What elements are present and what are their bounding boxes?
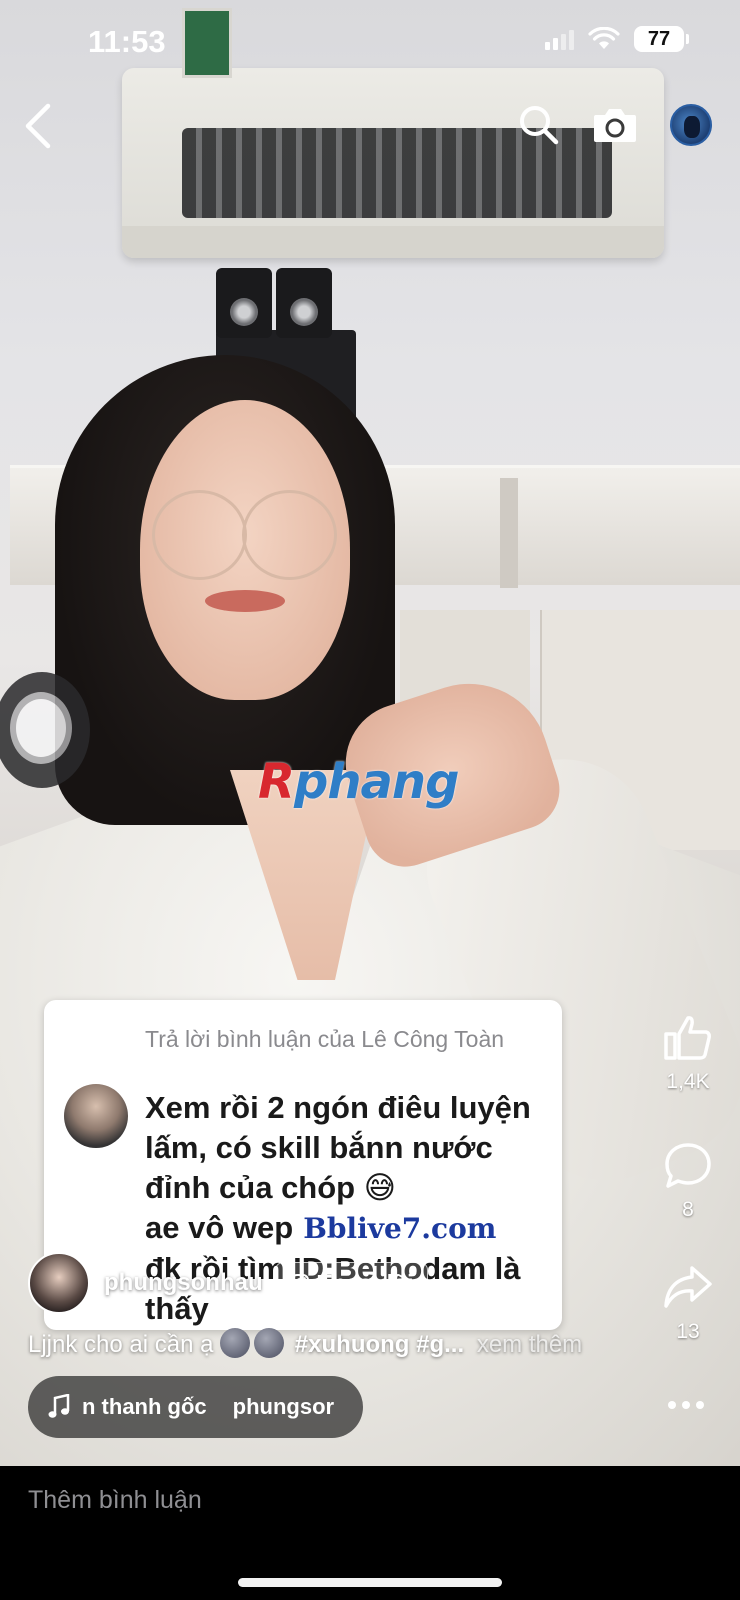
music-attribution[interactable]: n thanh gốc phungsor xyxy=(28,1376,363,1438)
background-air-conditioner xyxy=(122,8,664,258)
video-subject-glasses xyxy=(242,490,337,580)
reply-line: Xem rồi 2 ngón điêu luyện lấm, có skill … xyxy=(145,1090,531,1205)
background-speaker xyxy=(216,268,272,338)
home-indicator[interactable] xyxy=(238,1578,502,1587)
wifi-icon xyxy=(588,27,620,49)
background-speaker xyxy=(276,268,332,338)
creator-info: phungsonhau Theo dõi xyxy=(28,1252,429,1314)
like-count: 1,4K xyxy=(666,1070,710,1093)
status-time: 11:53 xyxy=(88,24,166,59)
back-button[interactable] xyxy=(18,96,68,156)
instagram-icon xyxy=(290,1274,309,1292)
cellular-signal-icon xyxy=(545,28,574,50)
follow-button[interactable]: Theo dõi xyxy=(274,1262,429,1304)
like-button[interactable]: 1,4K xyxy=(650,1012,726,1094)
comment-count: 8 xyxy=(682,1198,694,1221)
reply-header: Trả lời bình luận của Lê Công Toàn xyxy=(145,1026,505,1052)
share-button[interactable]: 13 xyxy=(650,1262,726,1344)
camera-icon xyxy=(594,109,636,142)
caption-hashtags[interactable]: #xuhuong #g... xyxy=(295,1331,464,1358)
video-subject-lips xyxy=(205,590,285,612)
see-more-link[interactable]: xem thêm xyxy=(477,1331,582,1358)
share-arrow-icon xyxy=(664,1266,712,1308)
music-track-label: n thanh gốc xyxy=(82,1394,207,1419)
music-artist-label: phungsor xyxy=(232,1394,335,1419)
comment-bubble-icon xyxy=(665,1143,711,1188)
follow-label: Theo dõi xyxy=(317,1269,414,1296)
profile-avatar[interactable] xyxy=(670,104,712,146)
more-dots-icon xyxy=(668,1401,704,1409)
reply-line: ae vô wep xyxy=(145,1210,294,1245)
battery-icon: 77 xyxy=(634,26,689,52)
add-comment-input[interactable] xyxy=(28,1486,708,1515)
video-subject-glasses xyxy=(152,490,247,580)
music-note-icon xyxy=(48,1394,70,1418)
thumbs-up-icon xyxy=(664,1016,711,1060)
new-moon-face-emoji-icon xyxy=(254,1328,285,1358)
caption-text: Ljjnk cho ai cần ạ xyxy=(28,1331,214,1358)
comment-button[interactable]: 8 xyxy=(650,1140,726,1222)
commenter-avatar xyxy=(64,1084,128,1148)
battery-level: 77 xyxy=(647,27,671,50)
more-options-button[interactable] xyxy=(664,1388,708,1422)
search-button[interactable] xyxy=(514,100,564,150)
reply-site-text: Bblive7.com xyxy=(303,1212,497,1245)
camera-button[interactable] xyxy=(590,100,640,150)
video-caption[interactable]: Ljjnk cho ai cần ạ #xuhuong #g... xem th… xyxy=(28,1328,582,1359)
creator-username[interactable]: phungsonhau xyxy=(104,1269,263,1297)
video-watermark-logo: Rphang xyxy=(258,754,459,810)
comment-bar xyxy=(0,1466,740,1600)
back-arrow-icon xyxy=(25,103,51,149)
status-icons: 77 xyxy=(545,26,689,52)
creator-avatar[interactable] xyxy=(28,1252,90,1314)
search-icon xyxy=(520,106,559,145)
share-count: 13 xyxy=(676,1320,700,1343)
new-moon-face-emoji-icon xyxy=(220,1328,251,1358)
